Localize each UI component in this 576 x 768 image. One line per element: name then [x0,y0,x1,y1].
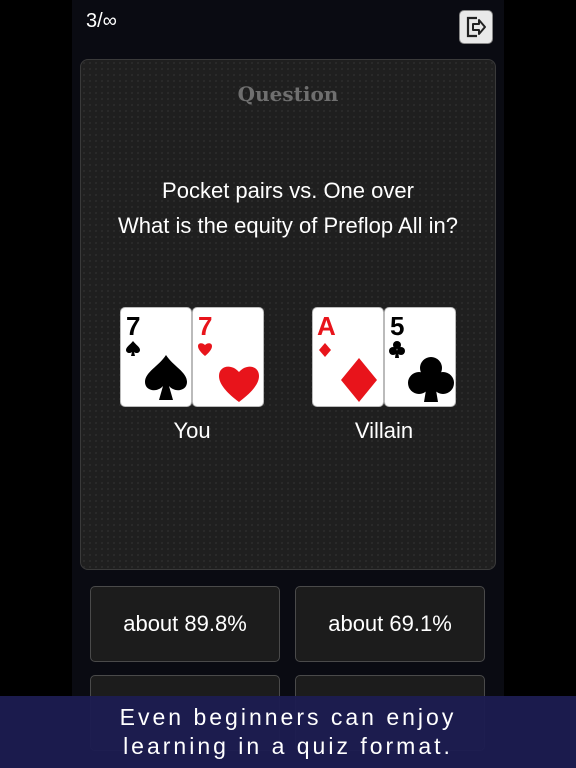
promo-line-1: Even beginners can enjoy [119,704,457,730]
question-counter: 3/∞ [86,10,117,32]
card-rank: A [317,311,336,341]
club-icon [408,357,454,402]
answer-button-2[interactable]: about 69.1% [295,586,485,662]
hand-label-villain: Villain [354,418,414,443]
card-rank: 7 [126,311,140,341]
heart-icon [219,366,259,402]
answer-button-1[interactable]: about 89.8% [90,586,280,662]
question-line-2: What is the equity of Preflop All in? [118,213,458,238]
exit-icon [466,16,486,38]
question-title: Question [237,82,339,106]
card-rank: 5 [390,311,404,341]
spade-icon [145,355,187,400]
promo-banner: Even beginners can enjoy learning in a q… [0,696,576,768]
question-line-1: Pocket pairs vs. One over [162,178,414,203]
card-you-2: 7 [193,308,263,406]
card-villain-1: A [313,308,383,406]
exit-button[interactable] [459,10,493,44]
card-you-1: 7 [121,308,191,406]
card-villain-2: 5 [385,308,455,406]
card-rank: 7 [198,311,212,341]
question-panel: Question Pocket pairs vs. One over What … [80,59,496,570]
hand-label-you: You [173,418,211,443]
promo-line-2: learning in a quiz format. [123,733,453,759]
diamond-icon [341,358,377,402]
